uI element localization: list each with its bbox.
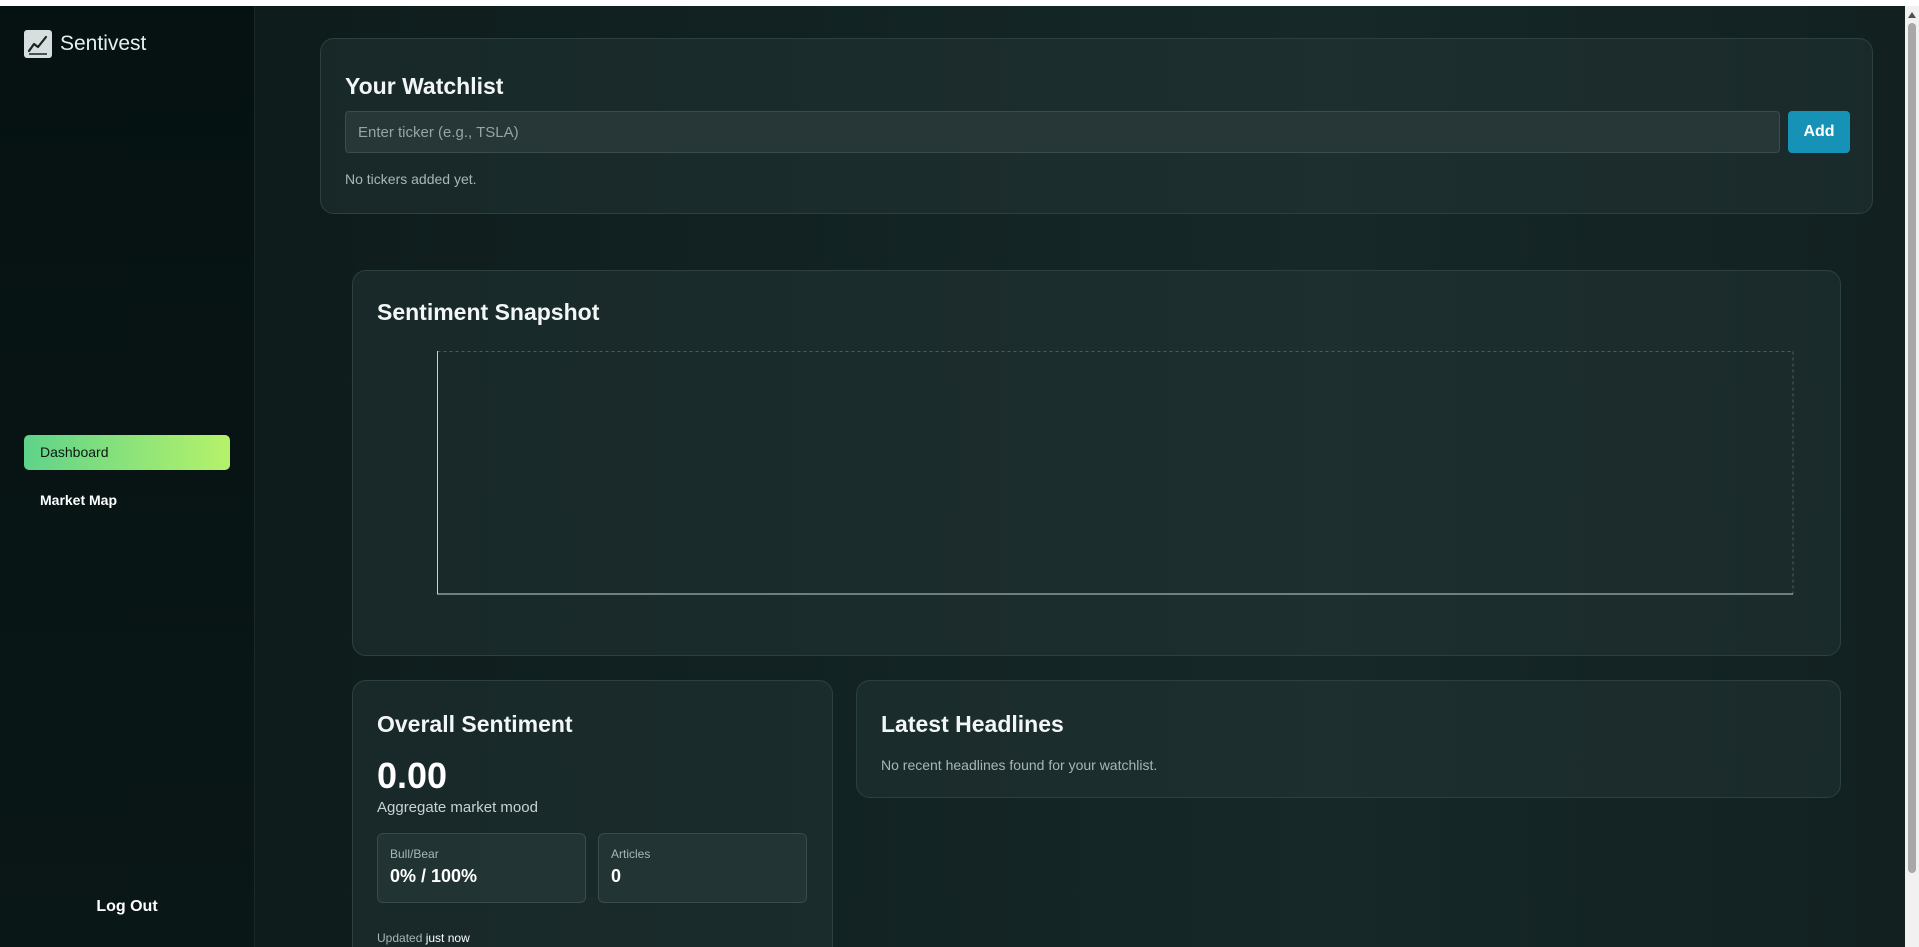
add-ticker-button[interactable]: Add: [1788, 111, 1850, 153]
bull-bear-value: 0% / 100%: [390, 866, 478, 886]
articles-label: Articles: [611, 847, 651, 861]
snapshot-title: Sentiment Snapshot: [377, 299, 600, 325]
articles-stat: Articles 0: [598, 833, 807, 903]
logout-button[interactable]: Log Out: [0, 898, 254, 916]
headlines-empty-text: No recent headlines found for your watch…: [881, 757, 1158, 773]
bull-bear-stat: Bull/Bear 0% / 100%: [377, 833, 586, 903]
updated-status: Updated just now: [377, 931, 470, 945]
sentiment-score-subtitle: Aggregate market mood: [377, 799, 538, 816]
articles-value: 0: [611, 866, 622, 886]
watchlist-card: Your Watchlist Add No tickers added yet.: [320, 38, 1873, 214]
sidebar-item-dashboard[interactable]: Dashboard: [24, 435, 230, 470]
sidebar-nav: Dashboard Market Map: [24, 435, 230, 531]
sidebar-item-market-map[interactable]: Market Map: [24, 483, 230, 518]
bull-bear-label: Bull/Bear: [390, 847, 439, 861]
brand[interactable]: Sentivest: [24, 30, 146, 58]
watchlist-empty-text: No tickers added yet.: [345, 171, 477, 187]
brand-name: Sentivest: [60, 32, 147, 55]
app-window: Sentivest Dashboard Market Map Log Out Y…: [0, 6, 1905, 947]
overall-sentiment-card: Overall Sentiment 0.00 Aggregate market …: [352, 680, 833, 947]
sentiment-chart: [437, 351, 1794, 595]
updated-label: Updated: [377, 931, 423, 945]
sidebar: Sentivest Dashboard Market Map Log Out: [0, 6, 255, 947]
sentiment-snapshot-card: Sentiment Snapshot: [352, 270, 1841, 656]
headlines-title: Latest Headlines: [881, 711, 1064, 737]
trend-chart-icon: [24, 30, 52, 58]
watchlist-title: Your Watchlist: [345, 73, 504, 99]
vertical-scrollbar[interactable]: [1905, 6, 1919, 947]
scroll-up-arrow-icon[interactable]: [1908, 12, 1916, 18]
sentiment-score: 0.00: [377, 755, 448, 796]
overall-title: Overall Sentiment: [377, 711, 573, 737]
scrollbar-thumb[interactable]: [1908, 23, 1916, 873]
updated-time: just now: [425, 931, 470, 945]
latest-headlines-card: Latest Headlines No recent headlines fou…: [856, 680, 1841, 798]
ticker-input[interactable]: [345, 111, 1780, 153]
